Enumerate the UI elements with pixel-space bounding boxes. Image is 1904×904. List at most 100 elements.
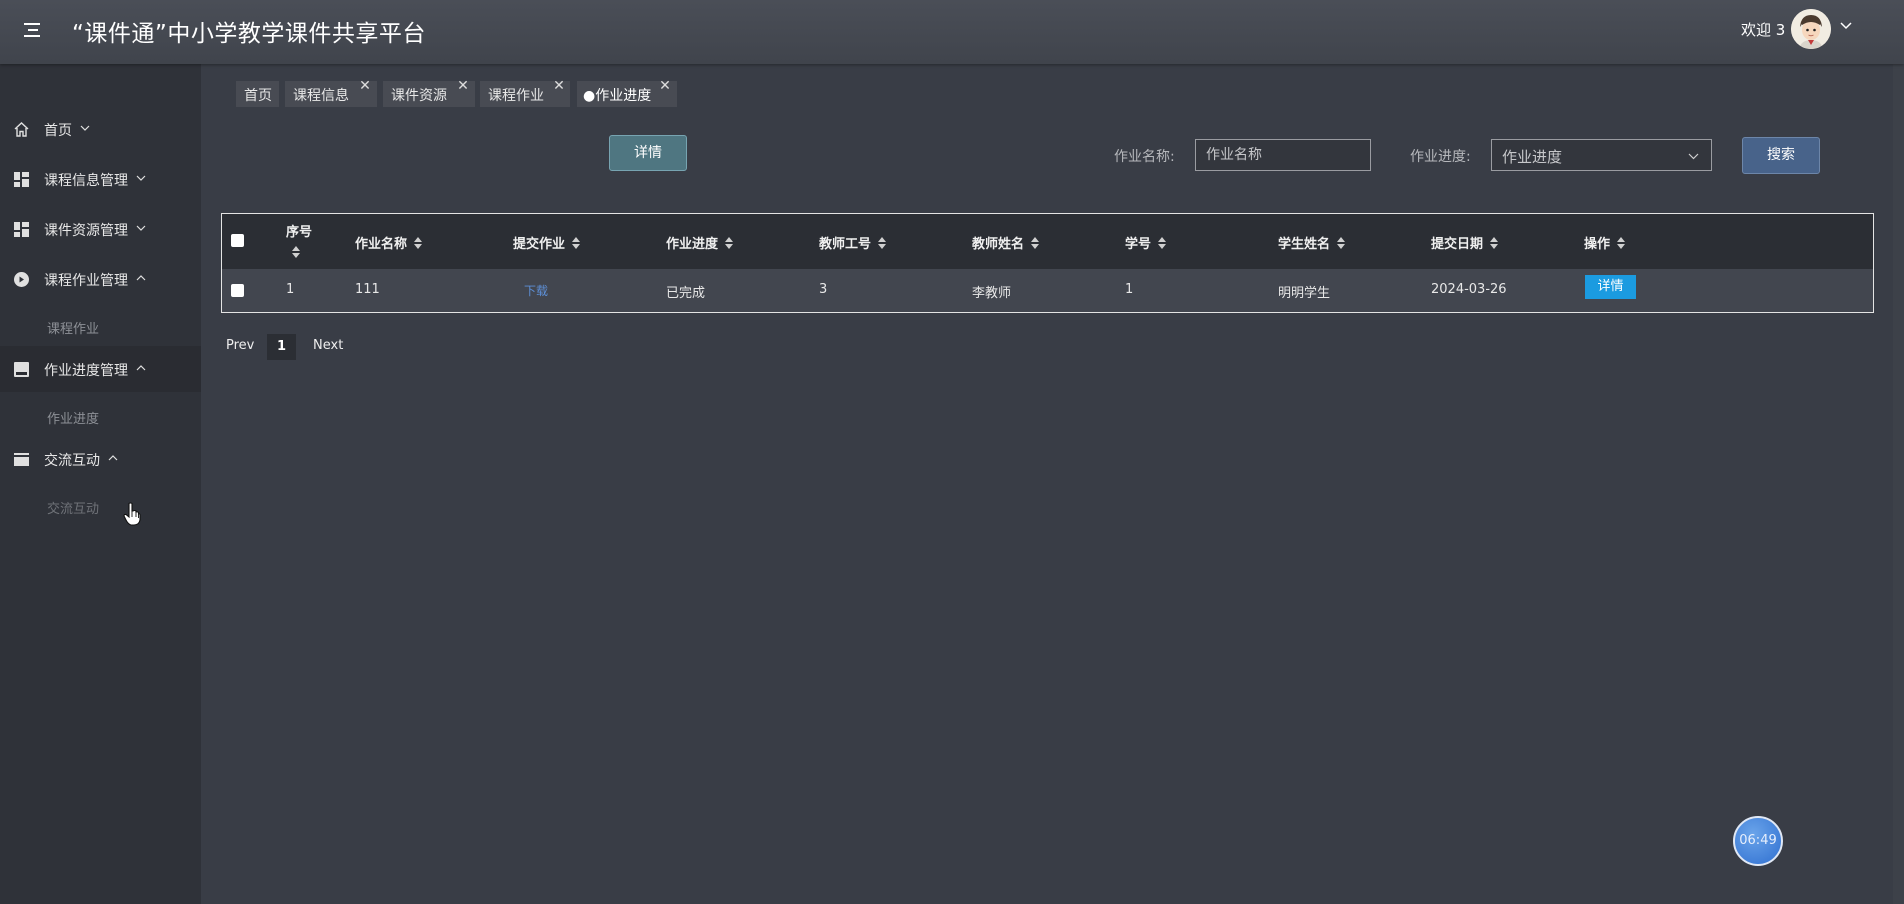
column-header-label: 学号 xyxy=(1125,237,1152,252)
sidebar-item-interaction[interactable]: 交流互动 xyxy=(0,436,201,482)
sidebar-subitem-label: 作业进度 xyxy=(47,412,100,427)
app-root: “课件通”中小学教学课件共享平台 欢迎 3 首页 课程信息管理 课件资源管理 课… xyxy=(0,0,1904,904)
column-header-label: 作业进度 xyxy=(666,237,719,252)
column-header[interactable]: 序号 xyxy=(286,221,312,240)
column-header-label: 序号 xyxy=(286,225,313,240)
sidebar-subitem-homework[interactable]: 课程作业 xyxy=(0,306,201,346)
hamburger-icon[interactable] xyxy=(20,17,46,43)
download-link[interactable]: 下载 xyxy=(524,282,548,299)
sidebar-item-label: 课程作业管理 xyxy=(44,273,128,289)
sidebar-item-courseware[interactable]: 课件资源管理 xyxy=(0,206,201,252)
sort-icon xyxy=(414,237,423,249)
circle-icon xyxy=(14,272,29,287)
column-header[interactable]: 作业进度 xyxy=(666,233,734,252)
sort-icon xyxy=(1617,237,1626,249)
tab-homework[interactable]: 课程作业 ✕ xyxy=(480,79,570,107)
cartoon-avatar-icon xyxy=(1791,9,1831,49)
search-button[interactable]: 搜索 xyxy=(1742,137,1820,174)
scrollbar-track[interactable] xyxy=(1893,64,1904,904)
column-header-label: 教师工号 xyxy=(819,237,872,252)
sidebar-subitem-interaction[interactable]: 交流互动 xyxy=(0,486,201,526)
prev-page-button[interactable]: Prev xyxy=(226,338,254,353)
avatar[interactable] xyxy=(1791,9,1831,49)
close-icon[interactable]: ✕ xyxy=(456,79,470,93)
column-header-label: 提交作业 xyxy=(513,237,566,252)
cell-teacher-id: 3 xyxy=(819,282,828,297)
chevron-up-icon xyxy=(108,455,118,461)
close-icon[interactable]: ✕ xyxy=(658,79,672,93)
welcome-text: 欢迎 3 xyxy=(1741,21,1786,39)
current-page-button[interactable]: 1 xyxy=(267,334,296,360)
cell-teacher-name: 李教师 xyxy=(972,286,1012,301)
tab-label: 课程作业 xyxy=(488,88,544,104)
column-header-label: 学生姓名 xyxy=(1278,237,1331,252)
progress-filter-label: 作业进度: xyxy=(1410,149,1471,165)
sidebar-subitem-progress[interactable]: 作业进度 xyxy=(0,396,201,436)
tab-label: 课程信息 xyxy=(293,88,349,104)
tab-label: ●作业进度 xyxy=(583,88,652,104)
dashboard-icon xyxy=(14,222,29,237)
column-header-label: 教师姓名 xyxy=(972,237,1025,252)
cell-student-name: 明明学生 xyxy=(1278,286,1331,301)
cell-date: 2024-03-26 xyxy=(1431,282,1507,297)
sort-icon xyxy=(1490,237,1499,249)
column-header[interactable]: 操作 xyxy=(1584,233,1626,252)
chevron-up-icon xyxy=(136,365,146,371)
chevron-up-icon xyxy=(136,275,146,281)
row-detail-button[interactable]: 详情 xyxy=(1585,275,1636,299)
column-header-label: 作业名称 xyxy=(355,237,408,252)
square-icon xyxy=(14,362,29,377)
sidebar-item-course-info[interactable]: 课程信息管理 xyxy=(0,156,201,202)
column-header[interactable]: 教师工号 xyxy=(819,233,887,252)
sidebar-item-label: 作业进度管理 xyxy=(44,363,128,379)
tab-courseware[interactable]: 课件资源 ✕ xyxy=(383,79,475,107)
sidebar-item-label: 课件资源管理 xyxy=(44,223,128,239)
tab-label: 首页 xyxy=(244,88,272,104)
progress-select-placeholder: 作业进度 xyxy=(1502,148,1563,166)
clock-badge[interactable]: 06:49 xyxy=(1733,816,1783,866)
cell-progress: 已完成 xyxy=(666,286,706,301)
column-header[interactable]: 提交日期 xyxy=(1431,233,1499,252)
card-icon xyxy=(14,453,29,466)
chevron-down-icon xyxy=(136,225,146,231)
row-checkbox[interactable] xyxy=(231,284,244,297)
tab-label: 课件资源 xyxy=(391,88,447,104)
select-all-checkbox[interactable] xyxy=(231,234,244,247)
tab-progress[interactable]: ●作业进度 ✕ xyxy=(577,79,677,107)
chevron-down-icon xyxy=(136,175,146,181)
sidebar-item-home[interactable]: 首页 xyxy=(0,106,201,152)
sidebar-item-label: 首页 xyxy=(44,123,72,139)
tab-home[interactable]: 首页 xyxy=(236,81,279,107)
chevron-down-icon xyxy=(80,125,90,131)
sort-icon xyxy=(1158,237,1167,249)
sidebar-subitem-label: 交流互动 xyxy=(47,502,100,517)
close-icon[interactable]: ✕ xyxy=(358,79,372,93)
column-header[interactable]: 提交作业 xyxy=(513,233,581,252)
sort-icon[interactable] xyxy=(292,246,300,258)
sidebar: 首页 课程信息管理 课件资源管理 课程作业管理 课程作业 作业进度管理 作业进度… xyxy=(0,64,201,904)
sidebar-item-label: 交流互动 xyxy=(44,453,100,469)
tab-course-info[interactable]: 课程信息 ✕ xyxy=(285,79,377,107)
sort-icon xyxy=(878,237,887,249)
column-header[interactable]: 作业名称 xyxy=(355,233,423,252)
next-page-button[interactable]: Next xyxy=(313,338,343,353)
chevron-down-icon xyxy=(1688,153,1699,160)
table-header: 序号 作业名称 提交作业 作业进度 教师工号 教师姓名 学号 学生姓名 提交日期… xyxy=(222,214,1873,269)
app-title: “课件通”中小学教学课件共享平台 xyxy=(72,21,426,47)
detail-button[interactable]: 详情 xyxy=(609,135,687,171)
sidebar-item-label: 课程信息管理 xyxy=(44,173,128,189)
column-header[interactable]: 学号 xyxy=(1125,233,1167,252)
name-filter-label: 作业名称: xyxy=(1114,149,1175,165)
sort-icon xyxy=(725,237,734,249)
data-table: 序号 作业名称 提交作业 作业进度 教师工号 教师姓名 学号 学生姓名 提交日期… xyxy=(221,213,1874,313)
sidebar-item-progress[interactable]: 作业进度管理 xyxy=(0,346,201,392)
name-search-input[interactable] xyxy=(1195,139,1371,171)
progress-select[interactable]: 作业进度 xyxy=(1491,139,1712,171)
column-header[interactable]: 教师姓名 xyxy=(972,233,1040,252)
sidebar-item-homework[interactable]: 课程作业管理 xyxy=(0,256,201,302)
cell-index: 1 xyxy=(286,282,295,297)
column-header[interactable]: 学生姓名 xyxy=(1278,233,1346,252)
table-row[interactable]: 1 111 下载 已完成 3 李教师 1 明明学生 2024-03-26 详情 xyxy=(222,269,1873,312)
chevron-down-icon[interactable] xyxy=(1838,17,1854,33)
close-icon[interactable]: ✕ xyxy=(552,79,566,93)
